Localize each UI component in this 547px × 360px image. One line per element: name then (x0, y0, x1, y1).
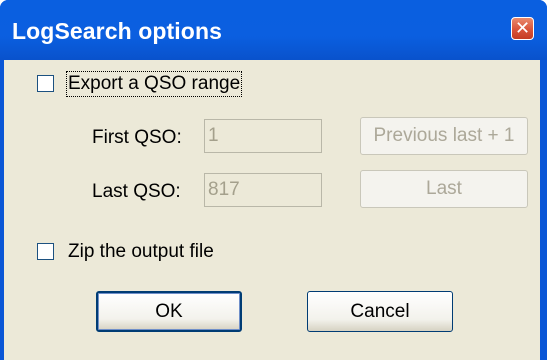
first-qso-label: First QSO: (92, 127, 182, 148)
last-button[interactable]: Last (360, 170, 528, 208)
title-bar[interactable]: LogSearch options ✕ (0, 0, 547, 60)
zip-output-checkbox[interactable] (37, 243, 54, 260)
zip-output-label[interactable]: Zip the output file (68, 241, 214, 263)
cancel-button[interactable]: Cancel (307, 291, 453, 332)
first-qso-field[interactable]: 1 (204, 119, 322, 153)
dialog-body: Export a QSO range First QSO: 1 Last QSO… (4, 60, 540, 360)
last-qso-field[interactable]: 817 (204, 173, 322, 207)
previous-last-plus-one-button[interactable]: Previous last + 1 (360, 117, 528, 155)
ok-button[interactable]: OK (96, 291, 242, 332)
export-range-checkbox[interactable] (37, 75, 54, 92)
close-icon: ✕ (514, 18, 531, 38)
window-title: LogSearch options (12, 18, 222, 44)
last-qso-label: Last QSO: (92, 181, 181, 202)
dialog-window: LogSearch options ✕ Export a QSO range F… (0, 0, 547, 360)
export-range-label[interactable]: Export a QSO range (65, 71, 243, 97)
close-button[interactable]: ✕ (511, 17, 534, 40)
